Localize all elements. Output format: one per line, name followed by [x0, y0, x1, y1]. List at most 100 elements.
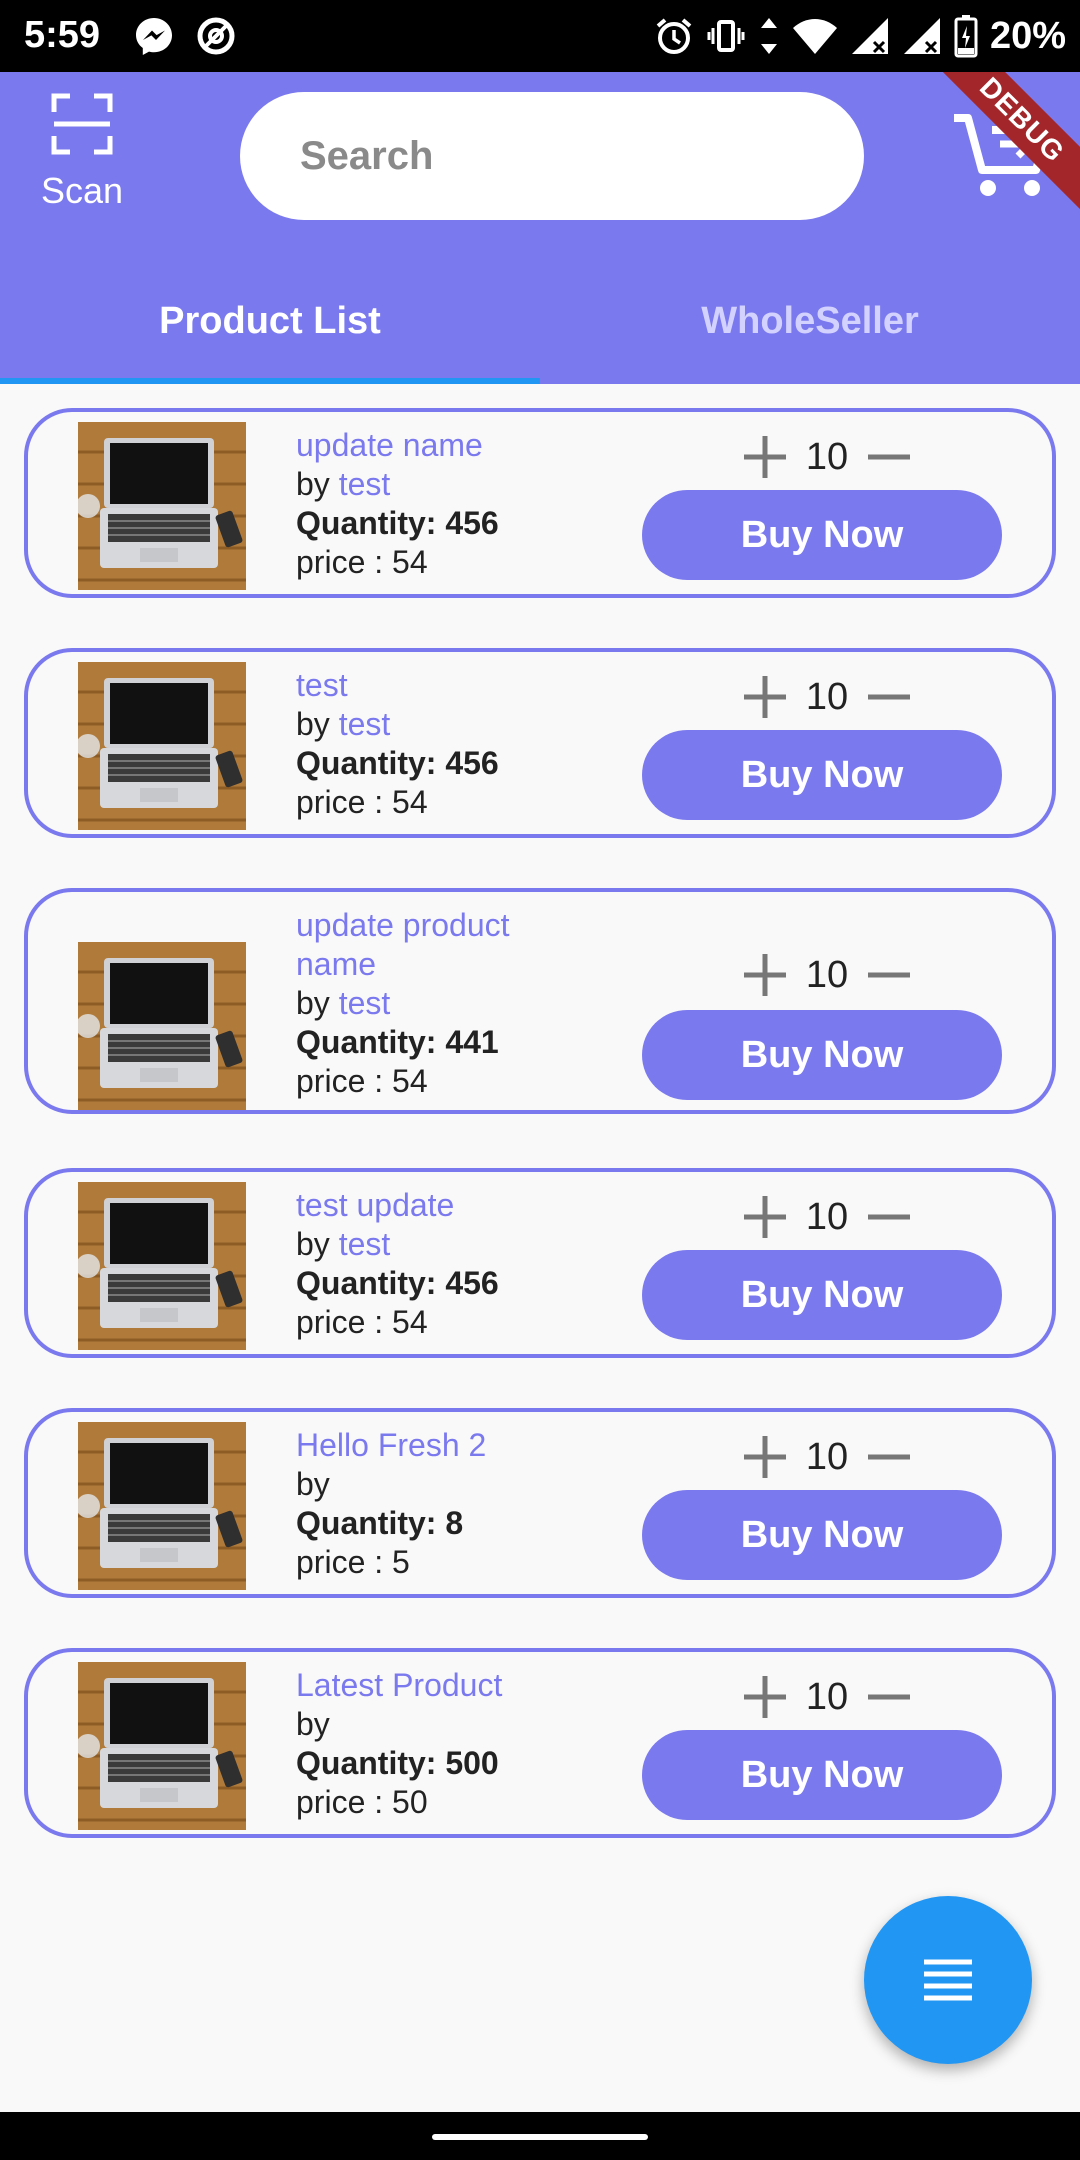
messenger-icon	[134, 16, 174, 56]
product-info: Latest Product by Quantity: 500 price : …	[296, 1666, 576, 1822]
scan-button[interactable]: Scan	[26, 92, 138, 212]
stepper-value: 10	[805, 953, 849, 996]
buy-now-button[interactable]: Buy Now	[642, 490, 1002, 580]
product-seller: by	[296, 1465, 576, 1504]
battery-charging-icon	[954, 14, 978, 58]
buy-now-button[interactable]: Buy Now	[642, 1730, 1002, 1820]
home-gesture-handle[interactable]	[432, 2134, 648, 2140]
quantity-stepper: 10	[742, 1430, 912, 1484]
seller-name[interactable]: test	[339, 985, 391, 1021]
product-seller: by	[296, 1705, 576, 1744]
product-info: update name by test Quantity: 456 price …	[296, 426, 576, 582]
menu-fab[interactable]	[864, 1896, 1032, 2064]
scan-label: Scan	[40, 170, 124, 211]
signal-icon	[850, 16, 890, 56]
product-price: price : 5	[296, 1544, 410, 1580]
quantity-stepper: 10	[742, 1190, 912, 1244]
buy-now-button[interactable]: Buy Now	[642, 1250, 1002, 1340]
minus-icon[interactable]	[866, 1674, 912, 1720]
buy-now-button[interactable]: Buy Now	[642, 1490, 1002, 1580]
product-quantity: Quantity: 8	[296, 1505, 464, 1541]
tab-indicator	[0, 378, 540, 384]
by-label: by	[296, 985, 330, 1021]
product-seller: by test	[296, 1225, 576, 1264]
product-name[interactable]: Hello Fresh 2	[296, 1426, 576, 1465]
status-bar: 5:59 20%	[0, 0, 1080, 72]
minus-icon[interactable]	[866, 952, 912, 998]
minus-icon[interactable]	[866, 1434, 912, 1480]
app-bar: Scan DEBUG Product List WholeSeller	[0, 72, 1080, 384]
quantity-stepper: 10	[742, 948, 912, 1002]
scan-icon	[51, 93, 113, 155]
plus-icon[interactable]	[742, 1674, 788, 1720]
product-image	[78, 662, 246, 830]
by-label: by	[296, 1466, 330, 1502]
product-image	[78, 422, 246, 590]
tab-product-list[interactable]: Product List	[0, 258, 540, 384]
vibrate-icon	[706, 16, 746, 56]
stepper-value: 10	[805, 1435, 849, 1478]
product-info: update product name by test Quantity: 44…	[296, 906, 576, 1101]
seller-name[interactable]: test	[339, 466, 391, 502]
plus-icon[interactable]	[742, 674, 788, 720]
tab-bar: Product List WholeSeller	[0, 258, 1080, 384]
seller-name[interactable]: test	[339, 706, 391, 742]
product-image	[78, 942, 246, 1110]
buy-now-button[interactable]: Buy Now	[642, 1010, 1002, 1100]
product-image	[78, 1182, 246, 1350]
status-icons: 20%	[654, 10, 1066, 62]
product-price: price : 54	[296, 784, 428, 820]
product-card: test update by test Quantity: 456 price …	[24, 1168, 1056, 1358]
quantity-stepper: 10	[742, 430, 912, 484]
product-seller: by test	[296, 465, 576, 504]
minus-icon[interactable]	[866, 674, 912, 720]
product-info: test by test Quantity: 456 price : 54	[296, 666, 576, 822]
minus-icon[interactable]	[866, 1194, 912, 1240]
product-name[interactable]: update product name	[296, 906, 576, 984]
product-info: Hello Fresh 2 by Quantity: 8 price : 5	[296, 1426, 576, 1582]
product-seller: by test	[296, 984, 576, 1023]
product-card: test by test Quantity: 456 price : 54 10…	[24, 648, 1056, 838]
seller-name[interactable]: test	[339, 1226, 391, 1262]
product-quantity: Quantity: 456	[296, 1265, 499, 1301]
product-quantity: Quantity: 456	[296, 745, 499, 781]
product-name[interactable]: test	[296, 666, 576, 705]
plus-icon[interactable]	[742, 952, 788, 998]
stepper-value: 10	[805, 1675, 849, 1718]
navigation-bar	[0, 2112, 1080, 2160]
data-arrows-icon	[758, 16, 780, 56]
product-name[interactable]: update name	[296, 426, 576, 465]
by-label: by	[296, 1226, 330, 1262]
app-icon	[196, 16, 236, 56]
signal-icon	[902, 16, 942, 56]
search-input[interactable]	[240, 92, 864, 220]
product-quantity: Quantity: 441	[296, 1024, 499, 1060]
stepper-value: 10	[805, 1195, 849, 1238]
minus-icon[interactable]	[866, 434, 912, 480]
by-label: by	[296, 1706, 330, 1742]
buy-now-button[interactable]: Buy Now	[642, 730, 1002, 820]
alarm-icon	[654, 16, 694, 56]
tab-wholeseller[interactable]: WholeSeller	[540, 258, 1080, 384]
product-price: price : 50	[296, 1784, 428, 1820]
battery-percent: 20%	[989, 14, 1066, 57]
plus-icon[interactable]	[742, 1194, 788, 1240]
product-price: price : 54	[296, 544, 428, 580]
status-time: 5:59	[24, 14, 101, 56]
product-card: Latest Product by Quantity: 500 price : …	[24, 1648, 1056, 1838]
product-quantity: Quantity: 456	[296, 505, 499, 541]
stepper-value: 10	[805, 435, 849, 478]
product-name[interactable]: test update	[296, 1186, 576, 1225]
plus-icon[interactable]	[742, 1434, 788, 1480]
stepper-value: 10	[805, 675, 849, 718]
product-card: update product name by test Quantity: 44…	[24, 888, 1056, 1114]
quantity-stepper: 10	[742, 670, 912, 724]
quantity-stepper: 10	[742, 1670, 912, 1724]
product-name[interactable]: Latest Product	[296, 1666, 576, 1705]
product-info: test update by test Quantity: 456 price …	[296, 1186, 576, 1342]
plus-icon[interactable]	[742, 434, 788, 480]
menu-icon	[924, 1959, 972, 2001]
product-image	[78, 1422, 246, 1590]
wifi-icon	[792, 16, 838, 56]
product-card: Hello Fresh 2 by Quantity: 8 price : 5 1…	[24, 1408, 1056, 1598]
